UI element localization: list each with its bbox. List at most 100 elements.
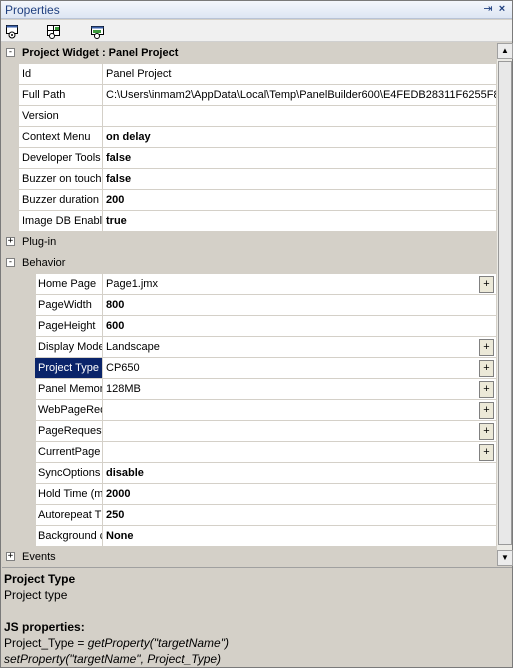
property-value[interactable]: 128MB +	[103, 379, 496, 400]
property-value[interactable]: C:\Users\inmam2\AppData\Local\Temp\Panel…	[103, 85, 496, 106]
row-gutter	[2, 85, 19, 106]
ellipsis-button[interactable]: +	[479, 381, 494, 398]
row-gutter	[2, 505, 19, 526]
property-value[interactable]	[103, 106, 496, 127]
categorized-icon[interactable]	[5, 23, 23, 40]
alphabetical-icon[interactable]	[46, 23, 64, 40]
row-indent	[19, 295, 36, 316]
property-value[interactable]: 800	[103, 295, 496, 316]
property-row[interactable]: Project Type CP650 +	[2, 358, 496, 379]
property-value[interactable]: Landscape +	[103, 337, 496, 358]
ellipsis-button[interactable]: +	[479, 423, 494, 440]
row-gutter	[2, 400, 19, 421]
property-row[interactable]: PageHeight 600	[2, 316, 496, 337]
description-panel: Project Type Project type JS properties:…	[2, 567, 512, 667]
property-name: Panel Memory	[35, 379, 103, 400]
property-row[interactable]: Developer Tools false	[2, 148, 496, 169]
property-name: Background c	[35, 526, 103, 547]
property-value[interactable]: 200	[103, 190, 496, 211]
property-row[interactable]: Version	[2, 106, 496, 127]
property-row[interactable]: CurrentPage +	[2, 442, 496, 463]
expand-toggle-icon[interactable]: +	[6, 237, 15, 246]
expand-toggle-icon[interactable]: -	[6, 258, 15, 267]
property-row[interactable]: SyncOptions disable	[2, 463, 496, 484]
property-row[interactable]: Context Menu on delay	[2, 127, 496, 148]
category-label: Plug-in	[19, 232, 319, 253]
property-row[interactable]: Panel Memory 128MB +	[2, 379, 496, 400]
window-title: Properties	[5, 3, 60, 17]
property-name: Home Page	[35, 274, 103, 295]
property-row[interactable]: Display Mode Landscape +	[2, 337, 496, 358]
row-indent	[19, 274, 36, 295]
property-value[interactable]: false	[103, 148, 496, 169]
close-icon[interactable]: ×	[496, 3, 508, 16]
row-gutter	[2, 127, 19, 148]
property-row[interactable]: Hold Time (ms 2000	[2, 484, 496, 505]
property-name: Version	[19, 106, 103, 127]
ellipsis-button[interactable]: +	[479, 402, 494, 419]
description-title: Project Type	[4, 572, 76, 586]
property-row[interactable]: PageWidth 800	[2, 295, 496, 316]
property-name: CurrentPage	[35, 442, 103, 463]
property-row[interactable]: Background c None	[2, 526, 496, 547]
row-indent	[19, 505, 36, 526]
section-events[interactable]: + Events	[2, 547, 496, 566]
expand-toggle-icon[interactable]: -	[6, 48, 15, 57]
vertical-scrollbar[interactable]: ▲ ▼	[496, 43, 513, 566]
row-gutter	[2, 421, 19, 442]
property-value[interactable]: disable	[103, 463, 496, 484]
property-row[interactable]: Image DB Enable true	[2, 211, 496, 232]
property-value[interactable]: 250	[103, 505, 496, 526]
row-gutter	[2, 295, 19, 316]
category-label: Events	[19, 547, 319, 566]
property-value[interactable]: +	[103, 400, 496, 421]
property-name: PageHeight	[35, 316, 103, 337]
property-row[interactable]: Buzzer duration 200	[2, 190, 496, 211]
scroll-thumb[interactable]	[498, 61, 512, 545]
property-row[interactable]: Home Page Page1.jmx +	[2, 274, 496, 295]
property-pages-icon[interactable]	[89, 23, 107, 40]
property-row[interactable]: Buzzer on touch false	[2, 169, 496, 190]
property-name: SyncOptions	[35, 463, 103, 484]
title-bar: Properties ⇥ ×	[1, 1, 512, 19]
pin-icon[interactable]: ⇥	[482, 3, 494, 16]
row-gutter	[2, 337, 19, 358]
property-value[interactable]: true	[103, 211, 496, 232]
property-value[interactable]: Page1.jmx +	[103, 274, 496, 295]
row-indent	[19, 526, 36, 547]
property-value[interactable]: CP650 +	[103, 358, 496, 379]
property-value[interactable]: +	[103, 421, 496, 442]
ellipsis-button[interactable]: +	[479, 339, 494, 356]
ellipsis-button[interactable]: +	[479, 360, 494, 377]
row-gutter	[2, 190, 19, 211]
row-indent	[19, 484, 36, 505]
property-name: Buzzer duration	[19, 190, 103, 211]
property-value[interactable]: false	[103, 169, 496, 190]
property-row[interactable]: Full Path C:\Users\inmam2\AppData\Local\T…	[2, 85, 496, 106]
ellipsis-button[interactable]: +	[479, 444, 494, 461]
property-value[interactable]: on delay	[103, 127, 496, 148]
row-indent	[19, 442, 36, 463]
property-row[interactable]: Autorepeat T 250	[2, 505, 496, 526]
expand-toggle-icon[interactable]: +	[6, 552, 15, 561]
property-row[interactable]: WebPageReq +	[2, 400, 496, 421]
scroll-down-button[interactable]: ▼	[497, 550, 513, 566]
property-value[interactable]: 600	[103, 316, 496, 337]
js-get-line: Project_Type = getProperty("targetName")	[4, 635, 510, 651]
category-label: Behavior	[19, 253, 319, 274]
property-value[interactable]: Panel Project	[103, 64, 496, 85]
section-behavior[interactable]: - Behavior	[2, 253, 496, 274]
row-gutter: +	[2, 547, 19, 566]
property-name: PageWidth	[35, 295, 103, 316]
scroll-up-button[interactable]: ▲	[497, 43, 513, 59]
property-row[interactable]: Id Panel Project	[2, 64, 496, 85]
row-indent	[19, 316, 36, 337]
section-plug-in[interactable]: + Plug-in	[2, 232, 496, 253]
property-value[interactable]: +	[103, 442, 496, 463]
property-row[interactable]: PageRequest +	[2, 421, 496, 442]
property-value[interactable]: None	[103, 526, 496, 547]
section-project-widget[interactable]: - Project Widget : Panel Project	[2, 43, 496, 64]
property-value[interactable]: 2000	[103, 484, 496, 505]
ellipsis-button[interactable]: +	[479, 276, 494, 293]
